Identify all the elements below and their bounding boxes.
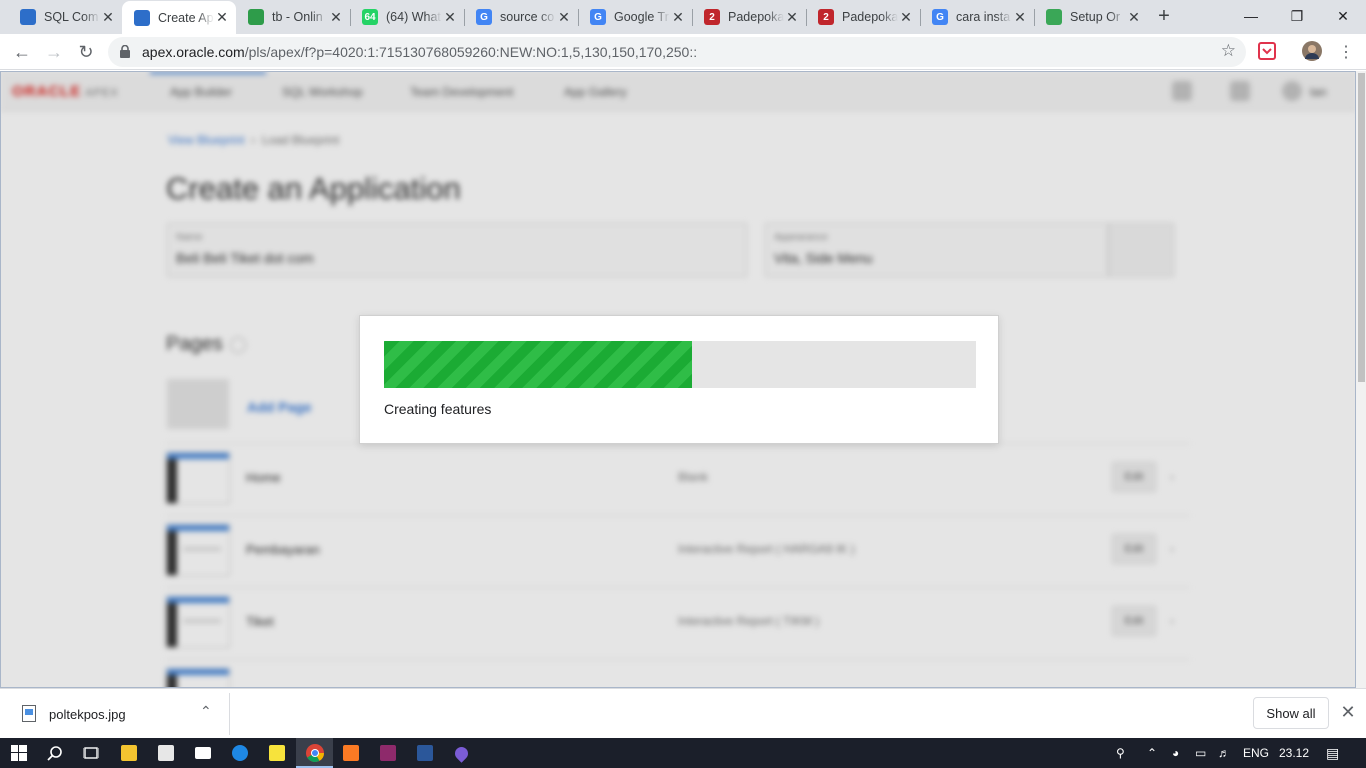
whatsapp-icon: 64 <box>362 9 378 25</box>
globe-icon <box>1046 9 1062 25</box>
image-file-icon <box>22 705 36 722</box>
store-icon[interactable] <box>147 738 184 768</box>
google-icon: G <box>932 9 948 25</box>
scrollbar-thumb[interactable] <box>1358 73 1365 382</box>
padepokan-icon: 2 <box>704 9 720 25</box>
bookmark-star-icon[interactable]: ☆ <box>1221 41 1236 61</box>
tab-title: Padepoka <box>728 10 784 24</box>
browser-tab[interactable]: Gcara insta ✕ <box>920 0 1034 34</box>
download-item[interactable]: poltekpos.jpg ⌃ <box>8 693 230 735</box>
browser-tab[interactable]: Setup Or ✕ <box>1034 0 1148 34</box>
volume-icon[interactable]: ♬ <box>1218 738 1230 768</box>
browser-tab[interactable]: G Google Tr ✕ <box>578 0 692 34</box>
google-translate-icon: G <box>590 9 606 25</box>
battery-icon[interactable]: ▭ <box>1195 738 1206 768</box>
chevron-up-icon[interactable]: ⌃ <box>200 703 212 720</box>
windows-taskbar: ⚲ ⌃ ◕ ▭ ♬ ENG 23.12 ▤ <box>0 738 1366 768</box>
browser-tab[interactable]: tb - Onlin ✕ <box>236 0 350 34</box>
download-shelf: poltekpos.jpg ⌃ Show all ✕ <box>0 688 1366 738</box>
new-tab-button[interactable]: + <box>1154 6 1174 27</box>
winrar-icon[interactable] <box>369 738 406 768</box>
tab-title: (64) What <box>386 10 441 24</box>
tab-title: SQL Com <box>44 10 99 24</box>
forward-icon[interactable]: → <box>40 38 68 66</box>
clock[interactable]: 23.12 <box>1279 738 1309 768</box>
wifi-icon[interactable]: ◕ <box>1172 738 1179 768</box>
reload-icon[interactable]: ↻ <box>72 38 100 66</box>
show-all-button[interactable]: Show all <box>1253 697 1329 729</box>
back-icon[interactable]: ← <box>8 38 36 66</box>
progress-bar-fill <box>384 341 692 388</box>
xampp-icon[interactable] <box>332 738 369 768</box>
chrome-icon[interactable] <box>296 738 333 768</box>
windows-start-icon[interactable] <box>0 738 37 768</box>
close-shelf-icon[interactable]: ✕ <box>1338 702 1358 722</box>
browser-tab[interactable]: 2 Padepoka ✕ <box>692 0 806 34</box>
tab-title: tb - Onlin <box>272 10 323 24</box>
task-view-icon[interactable] <box>72 738 109 768</box>
file-explorer-icon[interactable] <box>110 738 147 768</box>
leaf-icon <box>248 9 264 25</box>
close-tab-icon[interactable]: ✕ <box>1126 9 1142 25</box>
close-tab-icon[interactable]: ✕ <box>100 9 116 25</box>
pocket-extension-icon[interactable] <box>1258 42 1276 60</box>
browser-tab[interactable]: 64 (64) What ✕ <box>350 0 464 34</box>
chevron-up-icon[interactable]: ⌃ <box>1147 738 1157 768</box>
edge-icon[interactable] <box>221 738 258 768</box>
progress-dialog: Creating features <box>359 315 999 444</box>
lock-icon <box>120 45 130 58</box>
sticky-notes-icon[interactable] <box>258 738 295 768</box>
word-icon[interactable] <box>406 738 443 768</box>
address-bar[interactable]: apex.oracle.com/pls/apex/f?p=4020:1:7151… <box>108 37 1246 67</box>
tab-title: source co <box>500 10 555 24</box>
close-tab-icon[interactable]: ✕ <box>670 9 686 25</box>
download-file-name: poltekpos.jpg <box>49 707 126 722</box>
close-tab-icon[interactable]: ✕ <box>442 9 458 25</box>
browser-tab[interactable]: 2 Padepoka ✕ <box>806 0 920 34</box>
notification-icon[interactable]: ▤ <box>1326 738 1339 768</box>
close-tab-icon[interactable]: ✕ <box>1012 9 1028 25</box>
people-icon[interactable]: ⚲ <box>1116 738 1125 768</box>
padepokan-icon: 2 <box>818 9 834 25</box>
tab-title: Padepoka <box>842 10 898 24</box>
restore-button[interactable]: ❐ <box>1274 0 1320 32</box>
close-tab-icon[interactable]: ✕ <box>556 9 572 25</box>
url-text: apex.oracle.com/pls/apex/f?p=4020:1:7151… <box>142 44 698 60</box>
apex-icon <box>134 9 150 26</box>
browser-toolbar: ← → ↻ apex.oracle.com/pls/apex/f?p=4020:… <box>0 34 1366 70</box>
minimize-button[interactable]: — <box>1228 0 1274 32</box>
progress-bar <box>384 341 976 388</box>
profile-avatar[interactable] <box>1302 41 1322 61</box>
tab-title: Setup Or <box>1070 10 1121 24</box>
apex-icon <box>20 9 36 25</box>
close-tab-icon[interactable]: ✕ <box>328 9 344 25</box>
google-icon: G <box>476 9 492 25</box>
search-icon[interactable] <box>36 738 73 768</box>
tab-title: Create Ap <box>158 10 214 25</box>
browser-tab[interactable]: Gsource co ✕ <box>464 0 578 34</box>
menu-kebab-icon[interactable]: ⋮ <box>1332 38 1360 66</box>
close-tab-icon[interactable]: ✕ <box>898 9 914 25</box>
progress-status: Creating features <box>384 401 492 417</box>
map-pin-icon[interactable] <box>443 738 480 768</box>
close-window-button[interactable]: ✕ <box>1320 0 1366 32</box>
browser-tab[interactable]: Create Ap ✕ <box>122 1 236 34</box>
tab-title: cara insta <box>956 10 1011 24</box>
language-indicator[interactable]: ENG <box>1243 738 1269 768</box>
close-tab-icon[interactable]: ✕ <box>784 9 800 25</box>
tab-strip: SQL Com ✕ Create Ap ✕ tb - Onlin ✕ 64 (64) What… <box>0 0 1366 34</box>
browser-tab[interactable]: SQL Com ✕ <box>8 0 122 34</box>
close-tab-icon[interactable]: ✕ <box>214 9 230 26</box>
mail-icon[interactable] <box>184 738 221 768</box>
tab-title: Google Tr <box>614 10 669 24</box>
